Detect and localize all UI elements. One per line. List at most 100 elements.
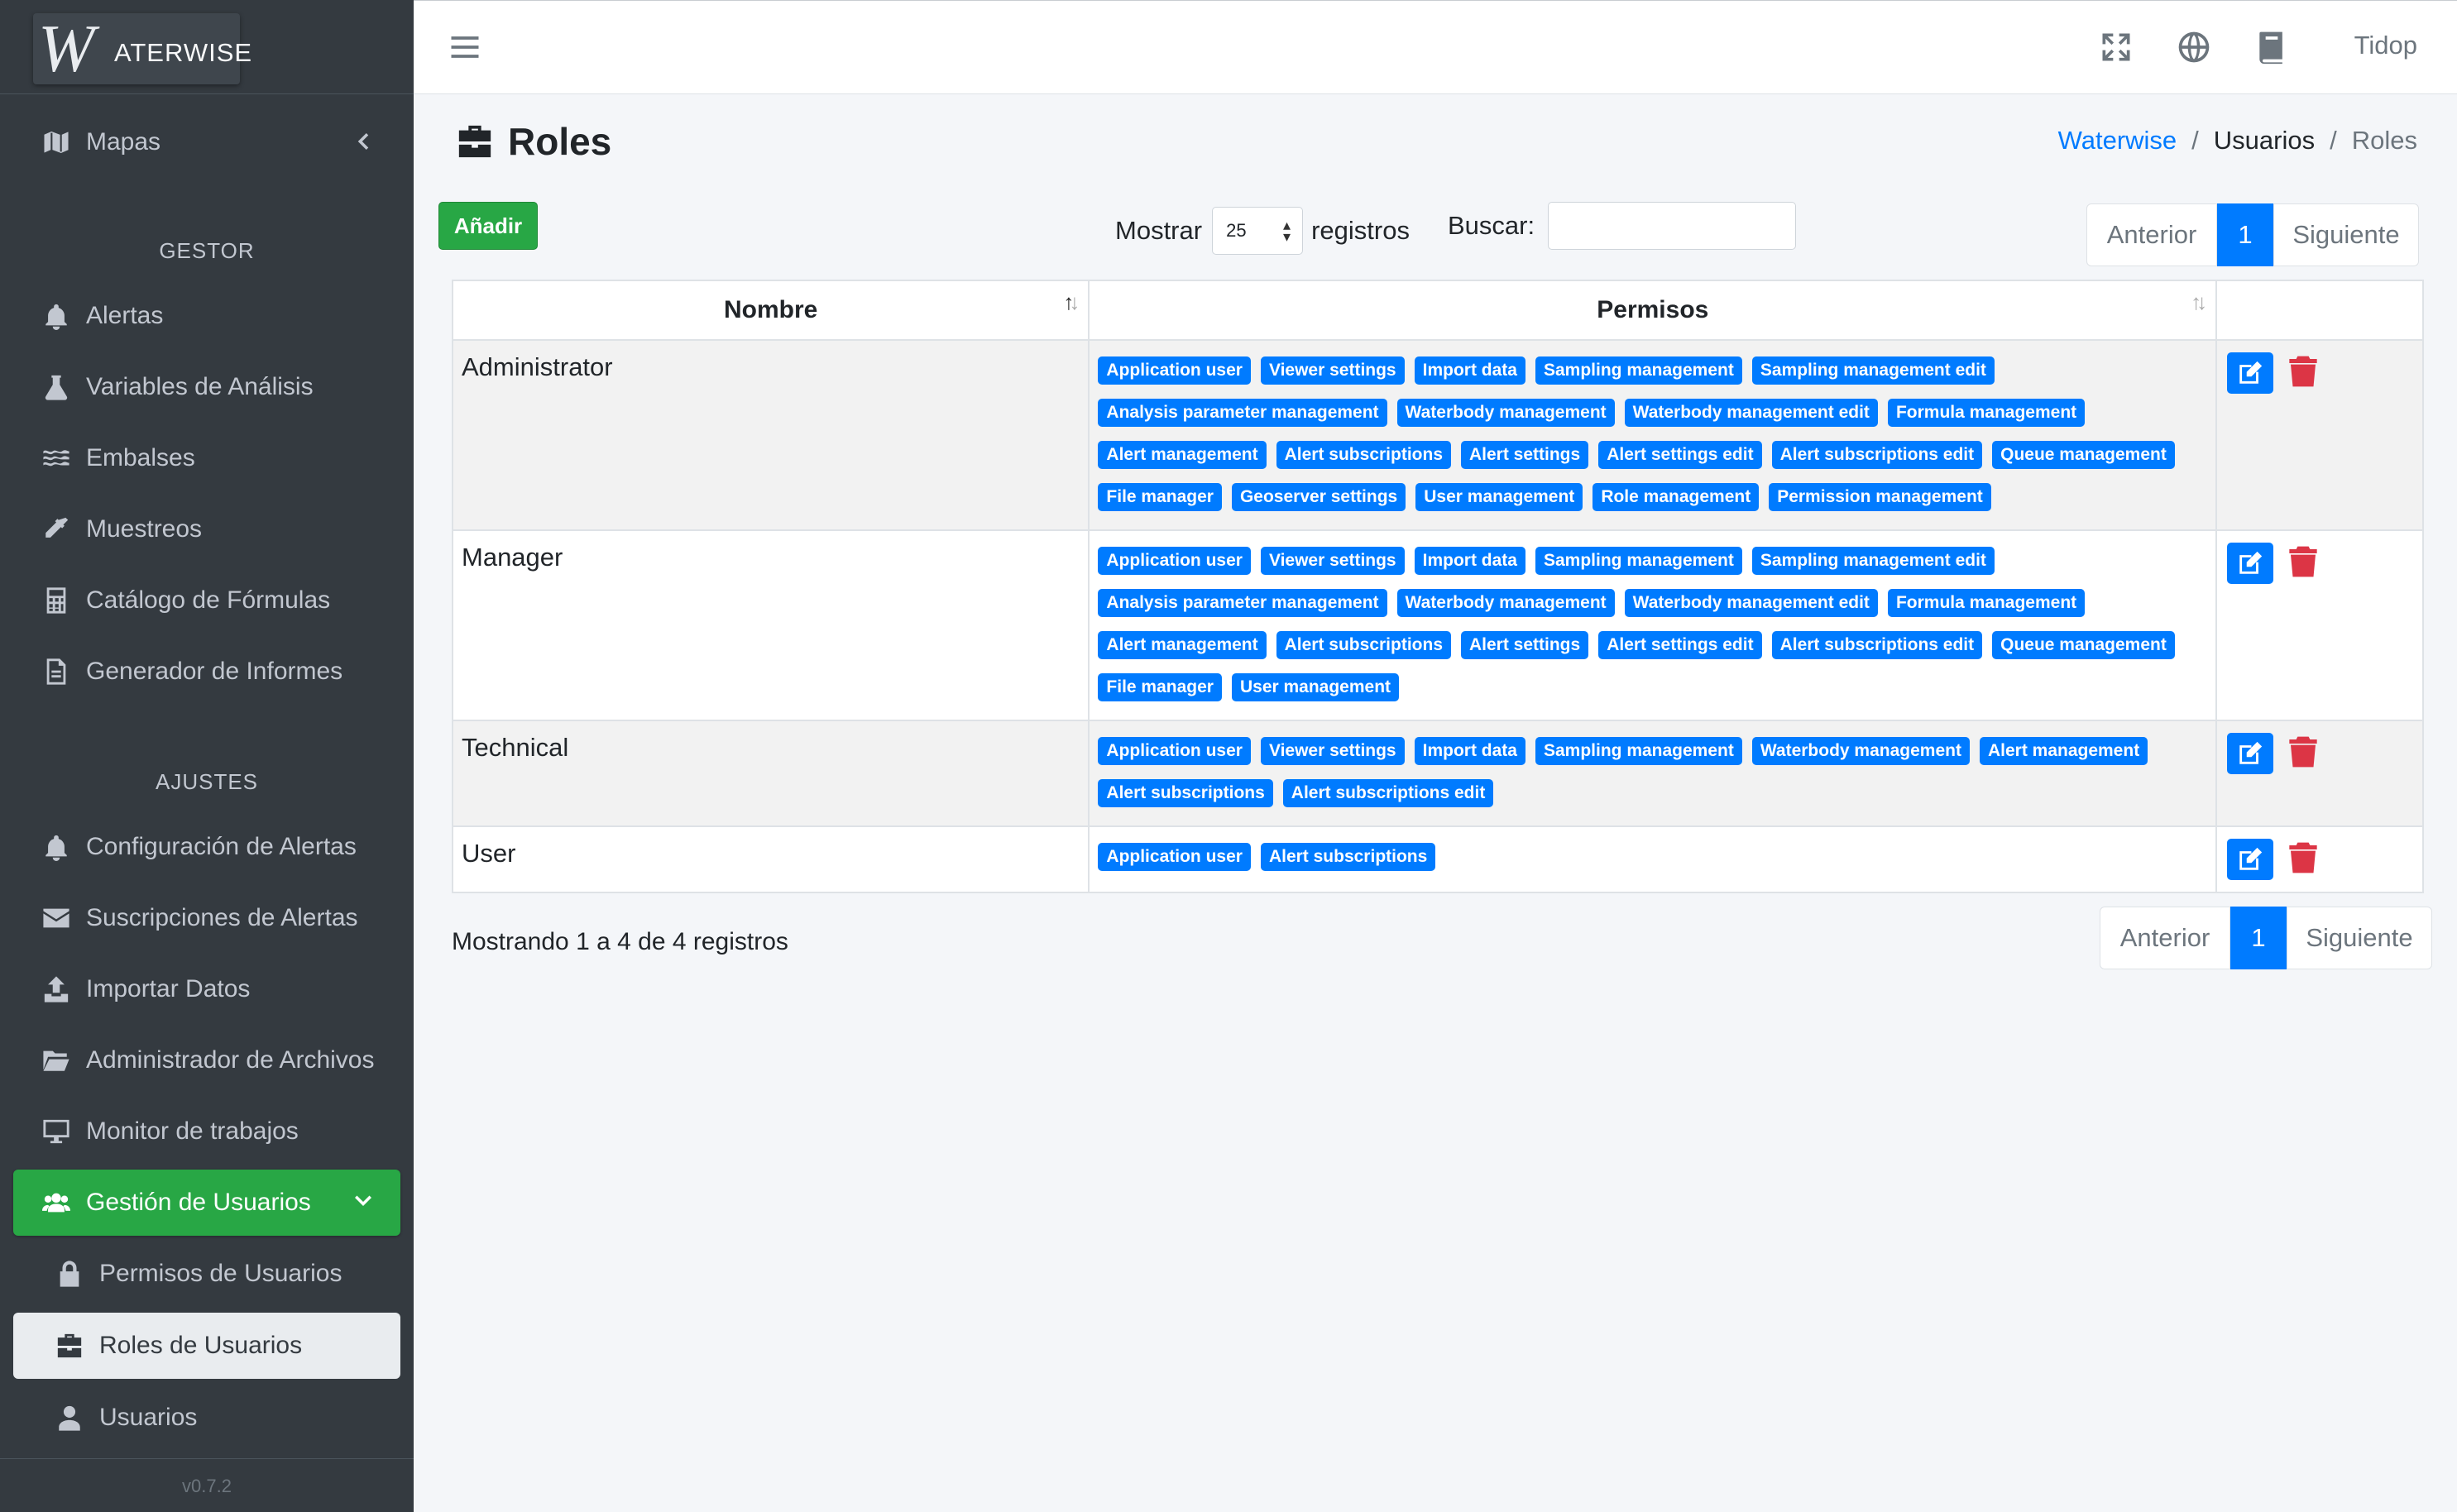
sidebar-item-config-alertas[interactable]: Configuración de Alertas [13, 814, 400, 880]
trash-icon [2289, 842, 2317, 873]
permission-badge: Import data [1414, 547, 1525, 575]
permission-badge: Alert settings [1461, 441, 1589, 469]
edit-button[interactable] [2227, 543, 2274, 584]
user-icon [53, 1401, 86, 1434]
pagination-page-1[interactable]: 1 [2230, 907, 2287, 969]
version-label: v0.7.2 [0, 1458, 414, 1497]
permission-badge: Alert subscriptions [1276, 631, 1451, 659]
role-name-cell: Administrator [451, 339, 1090, 531]
page-title-text: Roles [508, 120, 612, 163]
permission-badge: Alert subscriptions [1260, 843, 1436, 871]
folder-icon [40, 1044, 73, 1077]
section-header-gestor: GESTOR [159, 238, 255, 263]
sidebar-item-label: Generador de Informes [86, 658, 343, 685]
bell-icon [40, 830, 73, 864]
user-name[interactable]: Tidop [2354, 31, 2417, 60]
chevron-left-icon[interactable] [351, 129, 376, 154]
water-icon [40, 442, 73, 475]
sidebar-item-formulas[interactable]: Catálogo de Fórmulas [13, 567, 400, 634]
actions-cell [2215, 720, 2424, 827]
search-label: Buscar: [1448, 211, 1535, 240]
file-icon [40, 655, 73, 688]
trash-icon [2289, 736, 2317, 768]
sidebar-item-label: Roles de Usuarios [99, 1332, 303, 1359]
sidebar-item-alertas[interactable]: Alertas [13, 283, 400, 349]
sidebar-item-embalses[interactable]: Embalses [13, 425, 400, 491]
page-length-select[interactable]: 25 ▴ ▾ [1212, 207, 1304, 255]
sidebar-item-suscripciones[interactable]: Suscripciones de Alertas [13, 885, 400, 951]
permission-badge: Permission management [1769, 483, 1991, 511]
permission-badge: Sampling management [1535, 547, 1742, 575]
column-header-permisos[interactable]: Permisos ↑↓ [1088, 280, 2218, 341]
table-row: Administrator Application user Viewer sett… [451, 339, 2424, 531]
pagination-prev[interactable]: Anterior [2086, 203, 2217, 266]
sidebar-item-importar[interactable]: Importar Datos [13, 956, 400, 1022]
fullscreen-icon[interactable] [2098, 29, 2134, 65]
permission-badge: Viewer settings [1260, 547, 1405, 575]
sidebar-item-mapas[interactable]: Mapas [13, 109, 400, 175]
waterwise-logo[interactable]: W ATERWISE [33, 13, 251, 84]
permission-badge: Alert subscriptions edit [1771, 441, 1983, 469]
sidebar-item-variables[interactable]: Variables de Análisis [13, 354, 400, 420]
role-name-cell: Manager [451, 529, 1090, 721]
permission-badge: Alert subscriptions edit [1771, 631, 1983, 659]
sort-icon[interactable]: ↑↓ [2191, 289, 2207, 315]
table-row: Technical Application user Viewer settings… [451, 720, 2424, 827]
trash-icon [2289, 356, 2317, 387]
add-button[interactable]: Añadir [438, 202, 538, 250]
flask-icon [40, 371, 73, 404]
permission-badge: User management [1231, 673, 1400, 701]
sidebar-item-usuarios[interactable]: Usuarios [13, 1385, 400, 1451]
envelope-icon [40, 902, 73, 935]
breadcrumb-usuarios[interactable]: Usuarios [2214, 126, 2315, 156]
delete-button[interactable] [2287, 839, 2323, 878]
column-header-actions [2215, 280, 2424, 341]
hamburger-menu-icon[interactable] [447, 29, 483, 65]
delete-button[interactable] [2287, 543, 2323, 582]
permission-badge: Queue management [1992, 631, 2175, 659]
column-header-nombre[interactable]: Nombre ↑↓ [451, 280, 1090, 341]
page-title: Roles [453, 119, 611, 164]
sidebar-item-gestion-usuarios[interactable]: Gestión de Usuarios [13, 1170, 400, 1236]
edit-button[interactable] [2227, 352, 2274, 394]
sidebar-item-label: Importar Datos [86, 975, 251, 1002]
breadcrumb-waterwise[interactable]: Waterwise [2058, 126, 2177, 156]
sidebar-item-monitor[interactable]: Monitor de trabajos [13, 1098, 400, 1165]
search-control: Buscar: [1448, 202, 1797, 250]
book-icon[interactable] [2253, 29, 2290, 65]
records-label: registros [1311, 216, 1410, 245]
delete-button[interactable] [2287, 733, 2323, 773]
globe-icon[interactable] [2176, 29, 2212, 65]
briefcase-icon [53, 1329, 86, 1362]
sidebar-item-label: Catálogo de Fórmulas [86, 586, 331, 614]
sidebar-item-label: Monitor de trabajos [86, 1117, 299, 1145]
sidebar-item-informes[interactable]: Generador de Informes [13, 639, 400, 705]
edit-icon [2239, 361, 2263, 384]
permission-badge: Alert management [1979, 737, 2148, 765]
pagination-prev[interactable]: Anterior [2100, 907, 2230, 969]
permission-badge: Application user [1098, 356, 1251, 385]
delete-button[interactable] [2287, 352, 2323, 392]
permission-badge: Alert settings edit [1598, 441, 1762, 469]
sidebar-item-roles[interactable]: Roles de Usuarios [13, 1313, 400, 1379]
pagination-page-1[interactable]: 1 [2217, 203, 2273, 266]
sidebar-item-permisos[interactable]: Permisos de Usuarios [13, 1241, 400, 1307]
pagination-next[interactable]: Siguiente [2273, 203, 2419, 266]
sidebar-item-muestreos[interactable]: Muestreos [13, 496, 400, 562]
permission-badge: Waterbody management [1751, 737, 1970, 765]
calculator-icon [40, 584, 73, 617]
permission-badge: Application user [1098, 547, 1251, 575]
search-input[interactable] [1548, 202, 1797, 250]
briefcase-icon [458, 125, 491, 158]
permission-badge: Alert management [1098, 631, 1267, 659]
permission-badge: Application user [1098, 843, 1251, 871]
chevron-down-icon[interactable] [351, 1189, 376, 1214]
edit-button[interactable] [2227, 733, 2274, 774]
sidebar-item-archivos[interactable]: Administrador de Archivos [13, 1027, 400, 1093]
users-icon [40, 1186, 73, 1219]
sort-asc-icon[interactable]: ↑↓ [1063, 289, 1080, 315]
permission-badge: Sampling management edit [1751, 356, 1995, 385]
edit-button[interactable] [2227, 839, 2274, 880]
pagination-next[interactable]: Siguiente [2287, 907, 2432, 969]
permission-badge: Sampling management [1535, 737, 1742, 765]
